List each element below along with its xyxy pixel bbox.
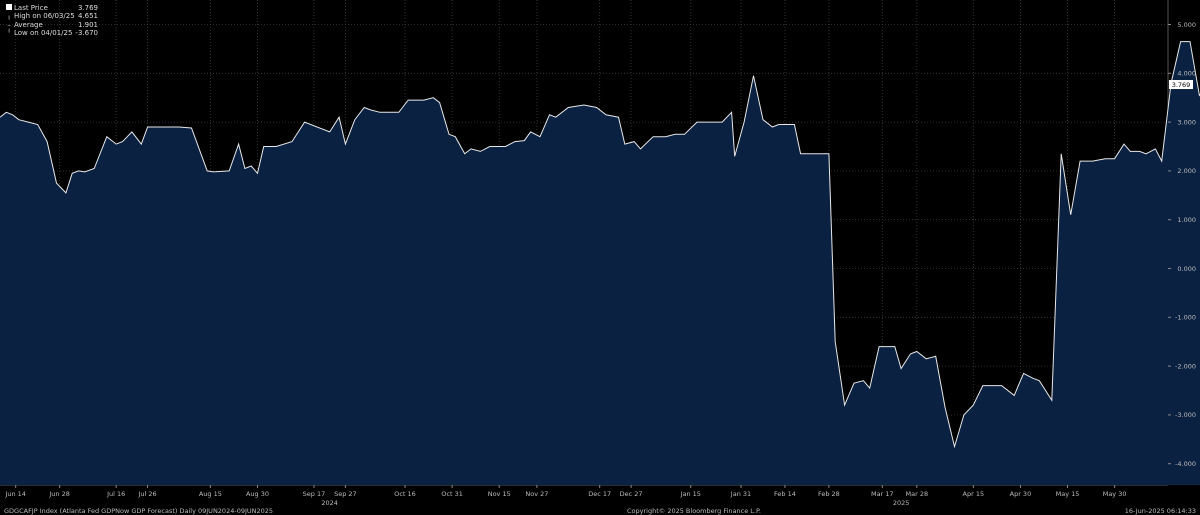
y-tick-label: 1.000 [1177, 216, 1196, 224]
y-tick-label: -3.000 [1175, 411, 1196, 419]
x-tick-label: Feb 14 [774, 490, 796, 498]
y-tick-label: 5.000 [1177, 21, 1196, 29]
y-tick-label: 3.000 [1177, 118, 1196, 126]
legend-label: Last Price [14, 4, 48, 12]
x-tick-label: Aug 15 [199, 490, 222, 498]
legend-marker-icon: ╵ [6, 29, 12, 38]
price-chart: 5.000 4.000 3.000 2.000 1.000 0.000 -1.000 -2.0… [0, 0, 1200, 507]
x-tick-label: Oct 16 [394, 490, 416, 498]
x-tick-label: Sep 17 [303, 490, 326, 498]
legend-row: ╵ Low on 04/01/25 -3.670 [4, 29, 98, 37]
x-tick-label: Jun 28 [48, 490, 70, 498]
x-tick-label: May 30 [1103, 490, 1127, 498]
x-tick-label: Mar 17 [871, 490, 894, 498]
legend-row: ╷ High on 06/03/25 4.651 [4, 12, 98, 20]
x-tick-label: Feb 28 [818, 490, 840, 498]
x-tick-label: Mar 28 [906, 490, 929, 498]
legend-marker-icon: – [7, 20, 11, 29]
legend: Last Price 3.769 ╷ High on 06/03/25 4.651– Av… [4, 4, 98, 38]
legend-value: 3.769 [77, 4, 98, 12]
x-tick-label: Aug 30 [246, 490, 269, 498]
legend-row: Last Price 3.769 [4, 4, 98, 12]
x-tick-label: Apr 15 [963, 490, 985, 498]
x-tick-label: Jun 14 [4, 490, 26, 498]
x-tick-label: Nov 27 [525, 490, 548, 498]
legend-row: – Average 1.901 [4, 21, 98, 29]
x-tick-label: Apr 30 [1010, 490, 1032, 498]
legend-label: Low on 04/01/25 [14, 29, 73, 38]
x-tick-label: Oct 31 [441, 490, 463, 498]
footer-left: GDGCAFJP Index (Atlanta Fed GDPNow GDP F… [4, 507, 274, 515]
y-tick-label: 2.000 [1177, 167, 1196, 175]
x-axis: Jun 14 Jun 28 Jul 16 Jul 26 Aug 15 Aug 30 Sep … [4, 485, 1127, 507]
last-price-label: 3.769 [1172, 81, 1191, 89]
x-tick-label: Jan 15 [680, 490, 701, 498]
x-tick-label: May 15 [1056, 490, 1080, 498]
legend-marker-icon [4, 4, 14, 12]
y-tick-label: -1.000 [1175, 314, 1196, 322]
legend-value: -3.670 [75, 29, 98, 38]
footer-right: 16-Jun-2025 06:14:33 [1124, 507, 1196, 515]
x-tick-label: Dec 17 [588, 490, 611, 498]
x-tick-label: Nov 15 [488, 490, 511, 498]
y-tick-label: 0.000 [1177, 265, 1196, 273]
legend-value: 1.901 [77, 20, 98, 29]
legend-label: High on 06/03/25 [14, 12, 75, 21]
y-tick-label: -2.000 [1175, 362, 1196, 370]
x-tick-label: Dec 27 [620, 490, 643, 498]
x-tick-label: Jul 16 [106, 490, 125, 498]
y-tick-label: -4.000 [1175, 460, 1196, 468]
legend-value: 4.651 [77, 12, 98, 21]
x-tick-label: Jan 31 [730, 490, 751, 498]
year-label: 2024 [321, 499, 338, 507]
legend-label: Average [14, 20, 43, 29]
y-tick-label: 4.000 [1177, 70, 1196, 78]
legend-marker-icon: ╷ [6, 12, 12, 21]
x-tick-label: Sep 27 [334, 490, 357, 498]
footer-center: Copyright© 2025 Bloomberg Finance L.P. [627, 507, 761, 515]
last-price-marker: 3.769 [1169, 80, 1193, 90]
year-label: 2025 [893, 499, 910, 507]
x-tick-label: Jul 26 [137, 490, 156, 498]
